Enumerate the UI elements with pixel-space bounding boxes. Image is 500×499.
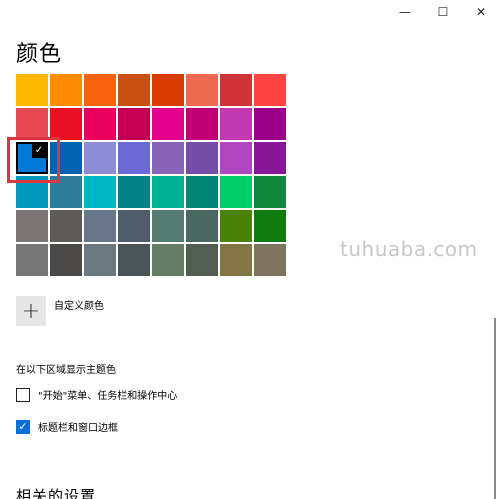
color-swatch[interactable] bbox=[84, 210, 116, 242]
color-swatch[interactable] bbox=[50, 176, 82, 208]
watermark-text: tuhuaba.com bbox=[340, 237, 478, 261]
color-swatch[interactable] bbox=[118, 142, 150, 174]
close-button[interactable]: ✕ bbox=[462, 0, 500, 24]
title-bar-label: 标题栏和窗口边框 bbox=[38, 423, 118, 434]
color-swatch[interactable] bbox=[50, 74, 82, 106]
maximize-button[interactable]: ☐ bbox=[424, 0, 462, 24]
color-swatch[interactable] bbox=[220, 244, 252, 276]
color-swatch[interactable] bbox=[16, 108, 48, 140]
color-swatch[interactable] bbox=[220, 74, 252, 106]
color-swatch[interactable] bbox=[254, 142, 286, 174]
scrollbar[interactable] bbox=[494, 318, 496, 499]
accent-section-label: 在以下区域显示主题色 bbox=[16, 365, 116, 376]
color-swatch[interactable] bbox=[254, 176, 286, 208]
color-swatch[interactable] bbox=[50, 108, 82, 140]
color-swatch[interactable] bbox=[50, 210, 82, 242]
title-bar-checkbox[interactable]: ✓ bbox=[16, 419, 30, 434]
color-swatch[interactable] bbox=[254, 74, 286, 106]
custom-color-row: + 自定义颜色 bbox=[16, 296, 104, 326]
related-settings-heading: 相关的设置 bbox=[16, 487, 97, 499]
minimize-button[interactable]: — bbox=[386, 0, 424, 24]
color-swatch[interactable] bbox=[84, 108, 116, 140]
color-swatch[interactable] bbox=[186, 74, 218, 106]
plus-icon: + bbox=[21, 298, 41, 324]
color-swatch[interactable] bbox=[16, 210, 48, 242]
color-swatch[interactable] bbox=[152, 244, 184, 276]
color-swatch[interactable] bbox=[254, 244, 286, 276]
checkmark-icon: ✓ bbox=[32, 144, 46, 158]
color-swatch[interactable] bbox=[84, 176, 116, 208]
color-swatch[interactable] bbox=[152, 74, 184, 106]
custom-color-label[interactable]: 自定义颜色 bbox=[54, 297, 104, 312]
color-swatch[interactable] bbox=[118, 210, 150, 242]
color-swatch[interactable] bbox=[254, 210, 286, 242]
color-swatch[interactable] bbox=[254, 108, 286, 140]
color-swatch[interactable] bbox=[152, 176, 184, 208]
page-title: 颜色 bbox=[16, 42, 63, 67]
color-swatch[interactable] bbox=[84, 142, 116, 174]
color-swatch[interactable] bbox=[84, 244, 116, 276]
color-swatch[interactable] bbox=[118, 74, 150, 106]
maximize-icon: ☐ bbox=[437, 5, 449, 19]
color-swatch[interactable] bbox=[16, 176, 48, 208]
color-swatch[interactable] bbox=[186, 142, 218, 174]
color-swatch[interactable] bbox=[16, 74, 48, 106]
color-swatch[interactable] bbox=[118, 244, 150, 276]
settings-page: — ☐ ✕ 颜色 ✓ tuhuaba.com + 自定义颜色 在以下区域显示主题… bbox=[0, 0, 500, 499]
color-swatch[interactable] bbox=[186, 210, 218, 242]
start-taskbar-option[interactable]: "开始"菜单、任务栏和操作中心 bbox=[16, 387, 177, 402]
color-swatch-selected[interactable]: ✓ bbox=[16, 142, 48, 174]
start-taskbar-checkbox[interactable] bbox=[16, 387, 30, 402]
color-swatch[interactable] bbox=[50, 244, 82, 276]
color-swatch[interactable] bbox=[152, 210, 184, 242]
color-swatch[interactable] bbox=[186, 108, 218, 140]
color-swatch[interactable] bbox=[118, 176, 150, 208]
title-bar-option[interactable]: ✓ 标题栏和窗口边框 bbox=[16, 419, 118, 434]
color-swatch[interactable] bbox=[16, 244, 48, 276]
color-swatch[interactable] bbox=[220, 142, 252, 174]
color-swatch[interactable] bbox=[220, 176, 252, 208]
add-custom-color-button[interactable]: + bbox=[16, 296, 46, 326]
start-taskbar-label: "开始"菜单、任务栏和操作中心 bbox=[38, 391, 178, 402]
color-swatch[interactable] bbox=[186, 244, 218, 276]
color-swatch[interactable] bbox=[152, 108, 184, 140]
close-icon: ✕ bbox=[475, 5, 487, 19]
color-swatch[interactable] bbox=[50, 142, 82, 174]
color-swatch[interactable] bbox=[152, 142, 184, 174]
color-swatch[interactable] bbox=[220, 210, 252, 242]
color-swatch[interactable] bbox=[220, 108, 252, 140]
minimize-icon: — bbox=[399, 5, 411, 19]
color-swatch[interactable] bbox=[118, 108, 150, 140]
window-controls: — ☐ ✕ bbox=[386, 0, 500, 24]
color-swatch[interactable] bbox=[186, 176, 218, 208]
color-swatch-grid: ✓ bbox=[16, 74, 286, 276]
color-swatch[interactable] bbox=[84, 74, 116, 106]
